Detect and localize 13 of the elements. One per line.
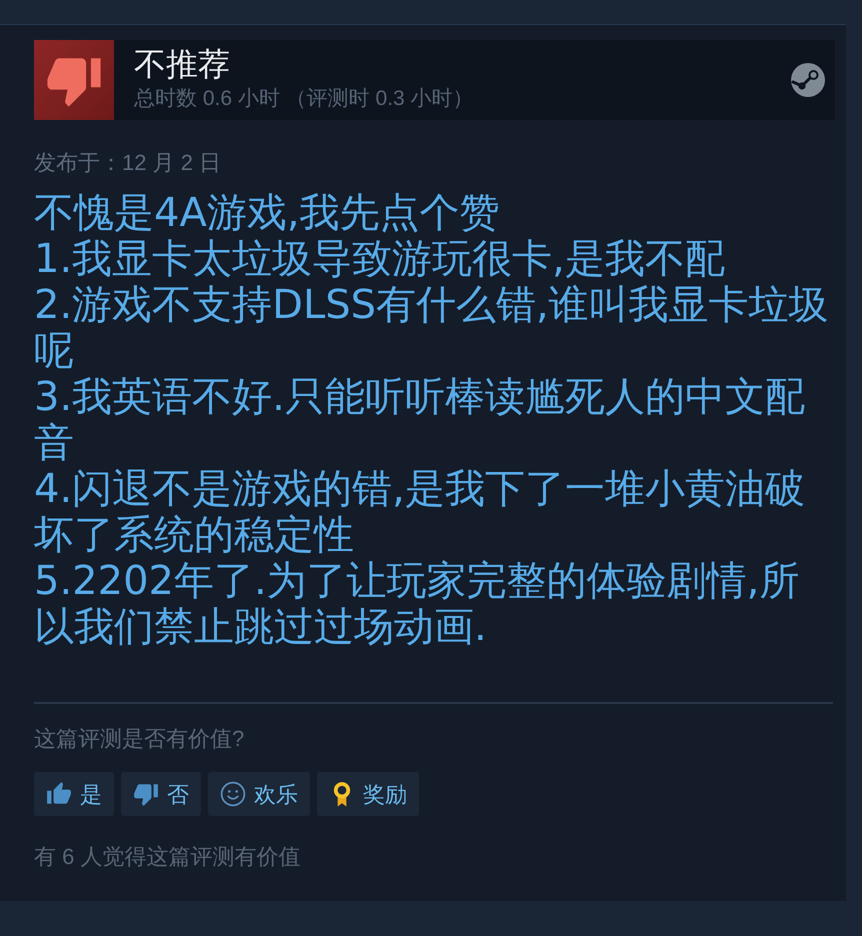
- helpful-count: 有 6 人觉得这篇评测有价值: [34, 843, 302, 871]
- thumbs-up-icon: [46, 781, 72, 807]
- helpful-question: 这篇评测是否有价值?: [34, 725, 246, 753]
- award-button[interactable]: 奖励: [317, 772, 419, 816]
- yes-button[interactable]: 是: [34, 772, 114, 816]
- review-text: 不愧是4A游戏,我先点个赞 1.我显卡太垃圾导致游玩很卡,是我不配 2.游戏不支持DLSS有什么错,谁叫我显卡垃圾呢 3.我英语不好.只能听听棒读尴死人的中文配音 4.闪退不是游戏的错,是我下了一堆小黄油破坏了系统的稳定性 5.2202年了.为了让玩家完整的体验剧情,所以我们禁止跳过过场动画.: [34, 190, 830, 650]
- logo-icon: [791, 63, 825, 97]
- no-button[interactable]: 否: [121, 772, 201, 816]
- verdict-title: 不推荐: [134, 45, 231, 84]
- playtime-text: 总时数 0.6 小时 （评测时 0.3 小时）: [134, 86, 474, 112]
- funny-button[interactable]: 欢乐: [208, 772, 310, 816]
- smiley-icon: [220, 781, 246, 807]
- posted-date: 发布于：12 月 2 日: [34, 149, 222, 177]
